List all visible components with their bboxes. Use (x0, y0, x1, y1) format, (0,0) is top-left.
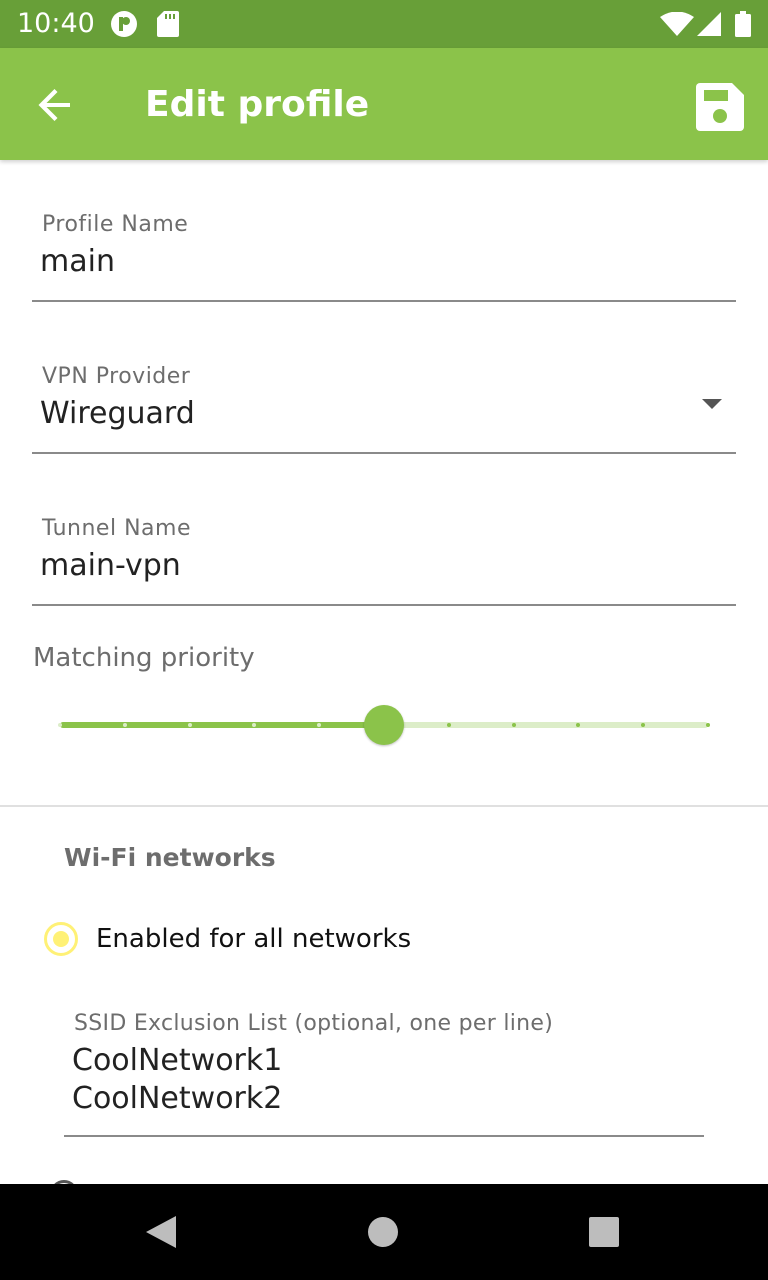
profile-name-label: Profile Name (42, 212, 189, 237)
slider-tick (511, 723, 516, 727)
app-bar: Edit profile (0, 48, 768, 160)
app-notification-icon (110, 10, 138, 42)
back-button[interactable] (30, 81, 78, 129)
slider-tick (187, 723, 192, 727)
arrow-back-icon (38, 89, 70, 121)
enabled-all-networks-radio[interactable]: Enabled for all networks (44, 920, 644, 964)
dropdown-arrow-icon[interactable] (702, 394, 722, 413)
nav-home-icon[interactable] (368, 1217, 398, 1247)
tunnel-name-label: Tunnel Name (42, 516, 191, 541)
ssid-exclusion-label: SSID Exclusion List (optional, one per l… (74, 1011, 554, 1036)
profile-name-input[interactable]: main (40, 244, 115, 279)
nav-back-icon[interactable] (144, 1216, 176, 1252)
nav-recents-icon[interactable] (589, 1217, 619, 1247)
radio-selected-dot (53, 931, 69, 947)
slider-tick (122, 723, 127, 727)
slider-tick (706, 723, 710, 727)
ssid-exclusion-line[interactable]: CoolNetwork2 (72, 1081, 282, 1116)
save-button[interactable] (694, 81, 746, 133)
vpn-provider-value[interactable]: Wireguard (40, 396, 195, 431)
battery-icon (735, 11, 751, 41)
slider-tick (446, 723, 451, 727)
radio-button-icon[interactable] (44, 922, 78, 956)
radio-label: Enabled for all networks (96, 924, 412, 954)
sd-card-icon (157, 11, 179, 41)
navigation-bar (0, 1184, 768, 1280)
matching-priority-label: Matching priority (33, 643, 255, 673)
slider-thumb[interactable] (364, 705, 404, 745)
vpn-provider-dropdown[interactable]: VPN Provider Wireguard (32, 352, 736, 454)
ssid-exclusion-line[interactable]: CoolNetwork1 (72, 1043, 282, 1078)
slider-tick (58, 723, 62, 727)
section-divider (0, 805, 768, 807)
ssid-exclusion-field[interactable]: SSID Exclusion List (optional, one per l… (64, 1005, 704, 1137)
wifi-section-title: Wi-Fi networks (64, 843, 276, 872)
matching-priority-slider[interactable] (58, 704, 710, 746)
page-title: Edit profile (145, 84, 370, 125)
slider-track-active (60, 722, 384, 728)
save-icon (696, 83, 744, 131)
vpn-provider-label: VPN Provider (42, 364, 191, 389)
status-time: 10:40 (17, 8, 95, 39)
profile-name-field[interactable]: Profile Name main (32, 200, 736, 302)
wifi-icon (660, 11, 694, 40)
tunnel-name-field[interactable]: Tunnel Name main-vpn (32, 504, 736, 606)
status-bar: 10:40 (0, 0, 768, 48)
tunnel-name-input[interactable]: main-vpn (40, 548, 181, 583)
cell-signal-icon (697, 12, 721, 40)
